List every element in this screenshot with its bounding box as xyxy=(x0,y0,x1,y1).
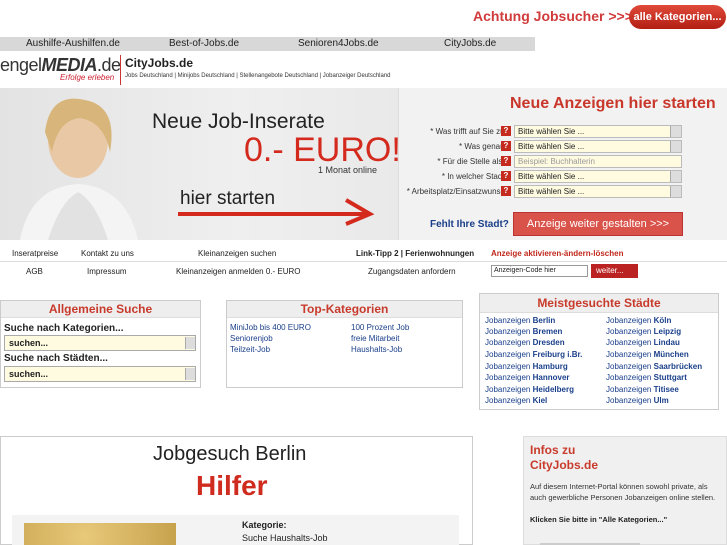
site-link-cityjobs[interactable]: CityJobs.de xyxy=(444,38,496,49)
general-search-title: Allgemeine Suche xyxy=(1,301,200,318)
nav-kontakt[interactable]: Kontakt zu uns xyxy=(81,249,134,258)
city-search-label: Suche nach Städten... xyxy=(4,353,108,364)
category-link[interactable]: Haushalts-Job xyxy=(351,345,402,354)
city-link[interactable]: Jobanzeigen Bremen xyxy=(485,327,562,336)
workplace-select[interactable]: Bitte wählen Sie ... xyxy=(514,185,682,198)
category-link[interactable]: MiniJob bis 400 EURO xyxy=(230,323,311,332)
city-link[interactable]: Jobanzeigen Lindau xyxy=(606,338,680,347)
site-link-best-of-jobs[interactable]: Best-of-Jobs.de xyxy=(169,38,239,49)
engelmedia-logo[interactable]: engelMEDIA.de Erfolge erleben xyxy=(0,53,121,85)
city-select[interactable]: Bitte wählen Sie ... xyxy=(514,170,682,183)
nav-kleinanzeigen-suchen[interactable]: Kleinanzeigen suchen xyxy=(198,249,276,258)
situation-select[interactable]: Bitte wählen Sie ... xyxy=(514,125,682,138)
city-link[interactable]: Jobanzeigen Hamburg xyxy=(485,362,568,371)
chevron-down-icon xyxy=(185,368,195,380)
category-link[interactable]: Teilzeit-Job xyxy=(230,345,270,354)
info-text: Auf diesem Internet-Portal können sowohl… xyxy=(530,482,716,502)
header-links[interactable]: Jobs Deutschland | Minijobs Deutschland … xyxy=(125,73,391,79)
chevron-down-icon xyxy=(670,186,681,197)
job-request-subtitle: Hilfer xyxy=(196,470,268,501)
nav-impressum[interactable]: Impressum xyxy=(87,267,127,276)
banner-duration: 1 Monat online xyxy=(318,165,378,175)
nav-divider xyxy=(0,261,727,262)
help-icon[interactable]: ? xyxy=(501,141,511,151)
city-link[interactable]: Jobanzeigen Saarbrücken xyxy=(606,362,702,371)
category-search-label: Suche nach Kategorien... xyxy=(4,323,124,334)
city-link[interactable]: Jobanzeigen Hannover xyxy=(485,373,570,382)
category-link[interactable]: Seniorenjob xyxy=(230,334,273,343)
logo-divider xyxy=(120,55,121,85)
category-link[interactable]: freie Mitarbeit xyxy=(351,334,399,343)
nav-row-1: Inseratpreise Kontakt zu uns Kleinanzeig… xyxy=(0,245,727,261)
city-link[interactable]: Jobanzeigen Leipzig xyxy=(606,327,681,336)
city-link[interactable]: Jobanzeigen München xyxy=(606,350,689,359)
form-row-label: * In welcher Stadt? xyxy=(441,172,509,181)
partner-sites-bar: Aushilfe-Aushilfen.de Best-of-Jobs.de Se… xyxy=(0,37,535,51)
city-link[interactable]: Jobanzeigen Ulm xyxy=(606,396,669,405)
info-title: Infos zu CityJobs.de xyxy=(530,443,599,472)
help-icon[interactable]: ? xyxy=(501,126,511,136)
chevron-down-icon xyxy=(185,337,195,349)
position-input[interactable]: Beispiel: Buchhalterin xyxy=(514,155,682,168)
woman-photo-icon xyxy=(20,98,138,240)
site-title: CityJobs.de xyxy=(125,56,194,70)
info-cta: Klicken Sie bitte in "Alle Kategorien...… xyxy=(530,515,668,524)
form-row: * Arbeitsplatz/Einsatzwunsch ? Bitte wäh… xyxy=(398,185,727,199)
top-categories-box: Top-Kategorien xyxy=(226,300,463,388)
alle-kategorien-button[interactable]: alle Kategorien... xyxy=(629,5,726,29)
help-icon[interactable]: ? xyxy=(501,186,511,196)
category-label: Kategorie: xyxy=(242,520,287,530)
form-title: Neue Anzeigen hier starten xyxy=(510,95,716,112)
ad-code-submit-button[interactable]: weiter... xyxy=(591,264,638,278)
missing-city-link[interactable]: Fehlt Ihre Stadt? xyxy=(430,219,509,230)
help-icon[interactable]: ? xyxy=(501,156,511,166)
job-photo-image xyxy=(24,523,176,545)
chevron-down-icon xyxy=(670,126,681,137)
achtung-jobsucher-text: Achtung Jobsucher >>> xyxy=(473,8,633,24)
site-link-senioren4jobs[interactable]: Senioren4Jobs.de xyxy=(298,38,379,49)
detail-select[interactable]: Bitte wählen Sie ... xyxy=(514,140,682,153)
city-link[interactable]: Jobanzeigen Freiburg i.Br. xyxy=(485,350,582,359)
category-link[interactable]: 100 Prozent Job xyxy=(351,323,409,332)
form-row: * Was genau? ? Bitte wählen Sie ... xyxy=(398,140,727,154)
nav-agb[interactable]: AGB xyxy=(26,267,43,276)
city-link[interactable]: Jobanzeigen Kiel xyxy=(485,396,547,405)
nav-zugangsdaten[interactable]: Zugangsdaten anfordern xyxy=(368,267,456,276)
city-link[interactable]: Jobanzeigen Heidelberg xyxy=(485,385,574,394)
city-link[interactable]: Jobanzeigen Dresden xyxy=(485,338,565,347)
city-link[interactable]: Jobanzeigen Berlin xyxy=(485,316,555,325)
ad-code-input[interactable]: Anzeigen-Code hier xyxy=(491,265,588,277)
job-request-title: Jobgesuch Berlin xyxy=(153,443,307,465)
form-row: * Für die Stelle als... ? Beispiel: Buch… xyxy=(398,155,727,169)
popular-cities-title: Meistgesuchte Städte xyxy=(480,294,718,313)
form-row-label: * Arbeitsplatz/Einsatzwunsch xyxy=(406,187,509,196)
category-search-select[interactable]: suchen... xyxy=(4,335,196,351)
form-row: * In welcher Stadt? ? Bitte wählen Sie .… xyxy=(398,170,727,184)
continue-ad-button[interactable]: Anzeige weiter gestalten >>> xyxy=(513,212,683,236)
nav-link-tipp[interactable]: Link-Tipp 2 | Ferienwohnungen xyxy=(356,249,474,258)
chevron-down-icon xyxy=(670,171,681,182)
nav-kleinanzeigen-anmelden[interactable]: Kleinanzeigen anmelden 0.- EURO xyxy=(176,267,301,276)
help-icon[interactable]: ? xyxy=(501,171,511,181)
top-categories-title: Top-Kategorien xyxy=(227,301,462,318)
site-link-aushilfe[interactable]: Aushilfe-Aushilfen.de xyxy=(26,38,120,49)
city-link[interactable]: Jobanzeigen Titisee xyxy=(606,385,679,394)
form-row-label: * Was trifft auf Sie zu? xyxy=(430,127,509,136)
form-row-label: * Für die Stelle als... xyxy=(437,157,509,166)
city-link[interactable]: Jobanzeigen Köln xyxy=(606,316,671,325)
arrow-right-icon xyxy=(178,198,375,226)
form-row: * Was trifft auf Sie zu? ? Bitte wählen … xyxy=(398,125,727,139)
nav-inseratpreise[interactable]: Inseratpreise xyxy=(12,249,58,258)
logo-tagline: Erfolge erleben xyxy=(60,73,115,82)
category-value: Suche Haushalts-Job xyxy=(242,533,328,543)
city-link[interactable]: Jobanzeigen Stuttgart xyxy=(606,373,687,382)
chevron-down-icon xyxy=(670,141,681,152)
nav-anzeige-aktivieren[interactable]: Anzeige aktivieren-ändern-löschen xyxy=(491,249,623,258)
city-search-select[interactable]: suchen... xyxy=(4,366,196,382)
